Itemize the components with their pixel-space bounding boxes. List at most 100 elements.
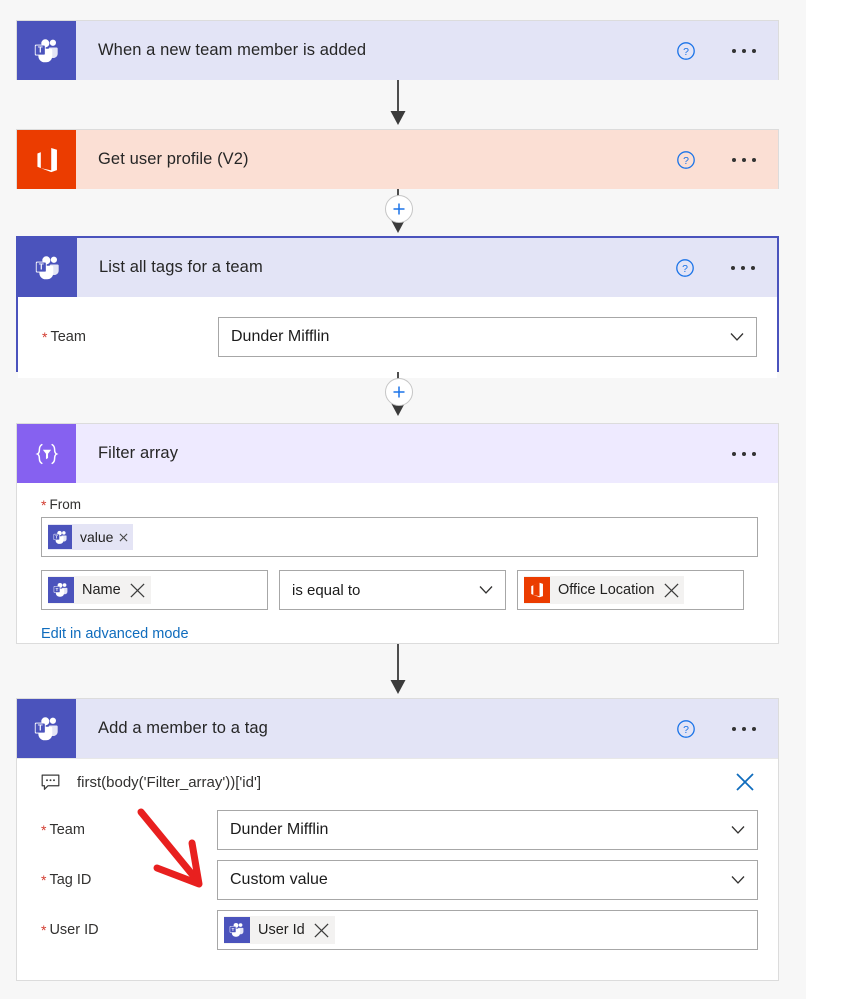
step-header-actions (728, 451, 778, 456)
remove-token-icon[interactable] (127, 578, 149, 602)
team-dropdown[interactable]: Dunder Mifflin (217, 810, 758, 850)
field-row-team: * Team Dunder Mifflin (18, 312, 777, 362)
expression-text: first(body('Filter_array'))['id'] (77, 773, 261, 791)
add-step-icon[interactable] (385, 378, 413, 406)
operator-value: is equal to (292, 581, 361, 599)
token-chip-name[interactable]: T Name (48, 576, 151, 604)
field-row-user-id: * User ID T User Id (17, 905, 778, 955)
step-header[interactable]: T Add a member to a tag ? (17, 699, 778, 758)
help-circle-icon[interactable]: ? (675, 258, 695, 278)
help-circle-icon[interactable]: ? (676, 41, 696, 61)
field-label-text: Tag ID (49, 872, 92, 888)
required-asterisk: * (42, 329, 48, 345)
condition-row: T Name is equal to Office Location (41, 570, 758, 610)
step-title: Filter array (98, 444, 179, 462)
flow-step-add-member-to-tag[interactable]: T Add a member to a tag ? first(body('Fi… (16, 698, 779, 981)
svg-text:T: T (38, 262, 43, 271)
tag-id-dropdown[interactable]: Custom value (217, 860, 758, 900)
field-label-text: Team (49, 822, 85, 838)
flow-step-trigger[interactable]: T When a new team member is added ? (16, 20, 779, 80)
chevron-down-icon (731, 826, 745, 834)
from-label: * From (41, 497, 758, 512)
ellipsis-icon[interactable] (728, 451, 760, 456)
svg-text:?: ? (683, 724, 689, 736)
chevron-down-icon (731, 876, 745, 884)
remove-token-icon[interactable] (660, 578, 682, 602)
svg-text:T: T (55, 534, 58, 539)
required-asterisk: * (41, 496, 47, 513)
field-row-team: * Team Dunder Mifflin (17, 805, 778, 855)
flow-step-get-user-profile[interactable]: Get user profile (V2) ? (16, 129, 779, 189)
connector-1 (16, 80, 779, 129)
field-label: * Team (42, 329, 218, 345)
step-body: * Team Dunder Mifflin (18, 297, 777, 378)
ellipsis-icon[interactable] (727, 265, 759, 270)
field-label-text: Team (50, 329, 86, 345)
ellipsis-icon[interactable] (728, 157, 760, 162)
flow-designer: T When a new team member is added ? Get … (16, 0, 779, 999)
token-chip-value[interactable]: T value (48, 524, 134, 550)
step-header[interactable]: T When a new team member is added ? (17, 21, 778, 80)
filter-array-icon (17, 424, 76, 483)
field-label: * Team (41, 822, 217, 838)
expression-row[interactable]: first(body('Filter_array'))['id'] (17, 759, 778, 805)
team-dropdown[interactable]: Dunder Mifflin (218, 317, 757, 357)
close-icon[interactable] (732, 771, 758, 793)
step-header-actions: ? (676, 719, 778, 739)
step-title: Add a member to a tag (98, 719, 268, 737)
operator-dropdown[interactable]: is equal to (279, 570, 506, 610)
flow-step-list-all-tags[interactable]: T List all tags for a team ? * Team Dund… (16, 236, 779, 378)
token-chip-office-location[interactable]: Office Location (524, 576, 685, 604)
field-control: Custom value (217, 860, 758, 900)
help-circle-icon[interactable]: ? (676, 150, 696, 170)
help-circle-icon[interactable]: ? (676, 719, 696, 739)
condition-right-input[interactable]: Office Location (517, 570, 744, 610)
teams-icon: T (17, 699, 76, 758)
step-header-actions: ? (676, 41, 778, 61)
step-header[interactable]: Get user profile (V2) ? (17, 130, 778, 189)
svg-text:T: T (56, 587, 59, 593)
expression-icon (41, 774, 63, 791)
condition-left: T Name (41, 570, 268, 610)
step-title: When a new team member is added (98, 41, 367, 59)
step-body: first(body('Filter_array'))['id'] * Team… (17, 758, 778, 971)
add-step-icon[interactable] (385, 195, 413, 223)
ellipsis-icon[interactable] (728, 48, 760, 53)
teams-icon: T (18, 238, 77, 297)
svg-text:T: T (232, 927, 235, 933)
svg-text:?: ? (682, 263, 688, 275)
svg-text:T: T (37, 45, 42, 54)
required-asterisk: * (41, 822, 47, 838)
token-label: Name (82, 582, 121, 598)
condition-operator: is equal to (279, 570, 506, 610)
teams-icon: T (224, 917, 250, 943)
field-control: Dunder Mifflin (218, 317, 757, 357)
ellipsis-icon[interactable] (728, 726, 760, 731)
from-input[interactable]: T value (41, 517, 758, 557)
remove-token-icon[interactable] (311, 918, 333, 942)
step-body: * From T value T Name is equal to Office… (17, 483, 778, 660)
svg-text:?: ? (683, 46, 689, 58)
user-id-input[interactable]: T User Id (217, 910, 758, 950)
field-label: * Tag ID (41, 872, 217, 888)
step-header[interactable]: Filter array (17, 424, 778, 483)
required-asterisk: * (41, 872, 47, 888)
teams-icon: T (17, 21, 76, 80)
flow-step-filter-array[interactable]: Filter array * From T value T Name is eq… (16, 423, 779, 644)
connector-4 (16, 644, 779, 698)
field-control: Dunder Mifflin (217, 810, 758, 850)
edit-advanced-mode-link[interactable]: Edit in advanced mode (41, 626, 758, 642)
token-chip-user-id[interactable]: T User Id (224, 916, 335, 944)
chevron-down-icon (479, 586, 493, 594)
teams-icon: T (48, 577, 74, 603)
field-label: * User ID (41, 922, 217, 938)
team-dropdown-value: Dunder Mifflin (230, 821, 329, 838)
office-365-icon (17, 130, 76, 189)
token-label: User Id (258, 922, 305, 938)
office-365-icon (524, 577, 550, 603)
chevron-down-icon (730, 333, 744, 341)
step-header[interactable]: T List all tags for a team ? (18, 238, 777, 297)
condition-right: Office Location (517, 570, 744, 610)
remove-token-icon[interactable] (115, 525, 131, 549)
condition-left-input[interactable]: T Name (41, 570, 268, 610)
